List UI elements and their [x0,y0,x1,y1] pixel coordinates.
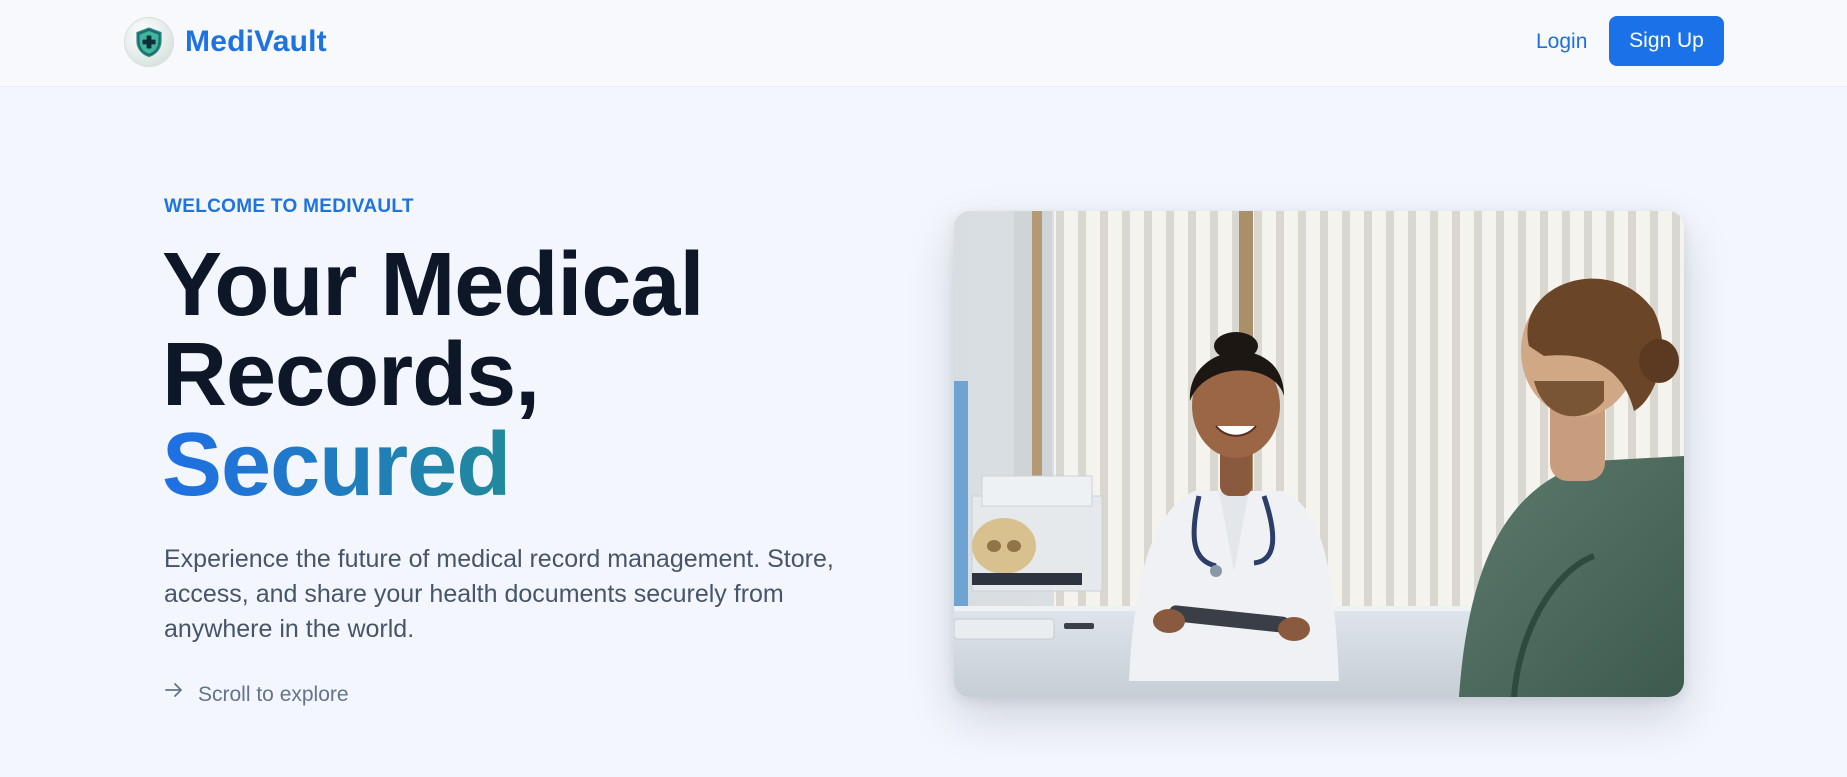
hero-title: Your Medical Records, Secured [162,240,802,510]
hero-title-accent: Secured [162,420,802,510]
hero-title-line-1: Your Medical [162,235,704,335]
top-navigation-bar: MediVault Login Sign Up [0,0,1847,87]
hero-eyebrow: WELCOME TO MEDIVAULT [164,196,414,217]
brand-name: MediVault [185,25,327,58]
brand[interactable]: MediVault [124,17,327,67]
hero-title-line-2: Records, [162,325,540,425]
shield-cross-icon [124,17,174,67]
scroll-to-explore[interactable]: Scroll to explore [164,683,349,707]
login-link[interactable]: Login [1522,24,1601,60]
arrow-right-icon [165,683,182,697]
doctor-patient-photo [954,211,1684,697]
sign-up-button[interactable]: Sign Up [1609,16,1724,66]
scroll-label: Scroll to explore [198,683,349,706]
hero-description: Experience the future of medical record … [164,545,834,643]
